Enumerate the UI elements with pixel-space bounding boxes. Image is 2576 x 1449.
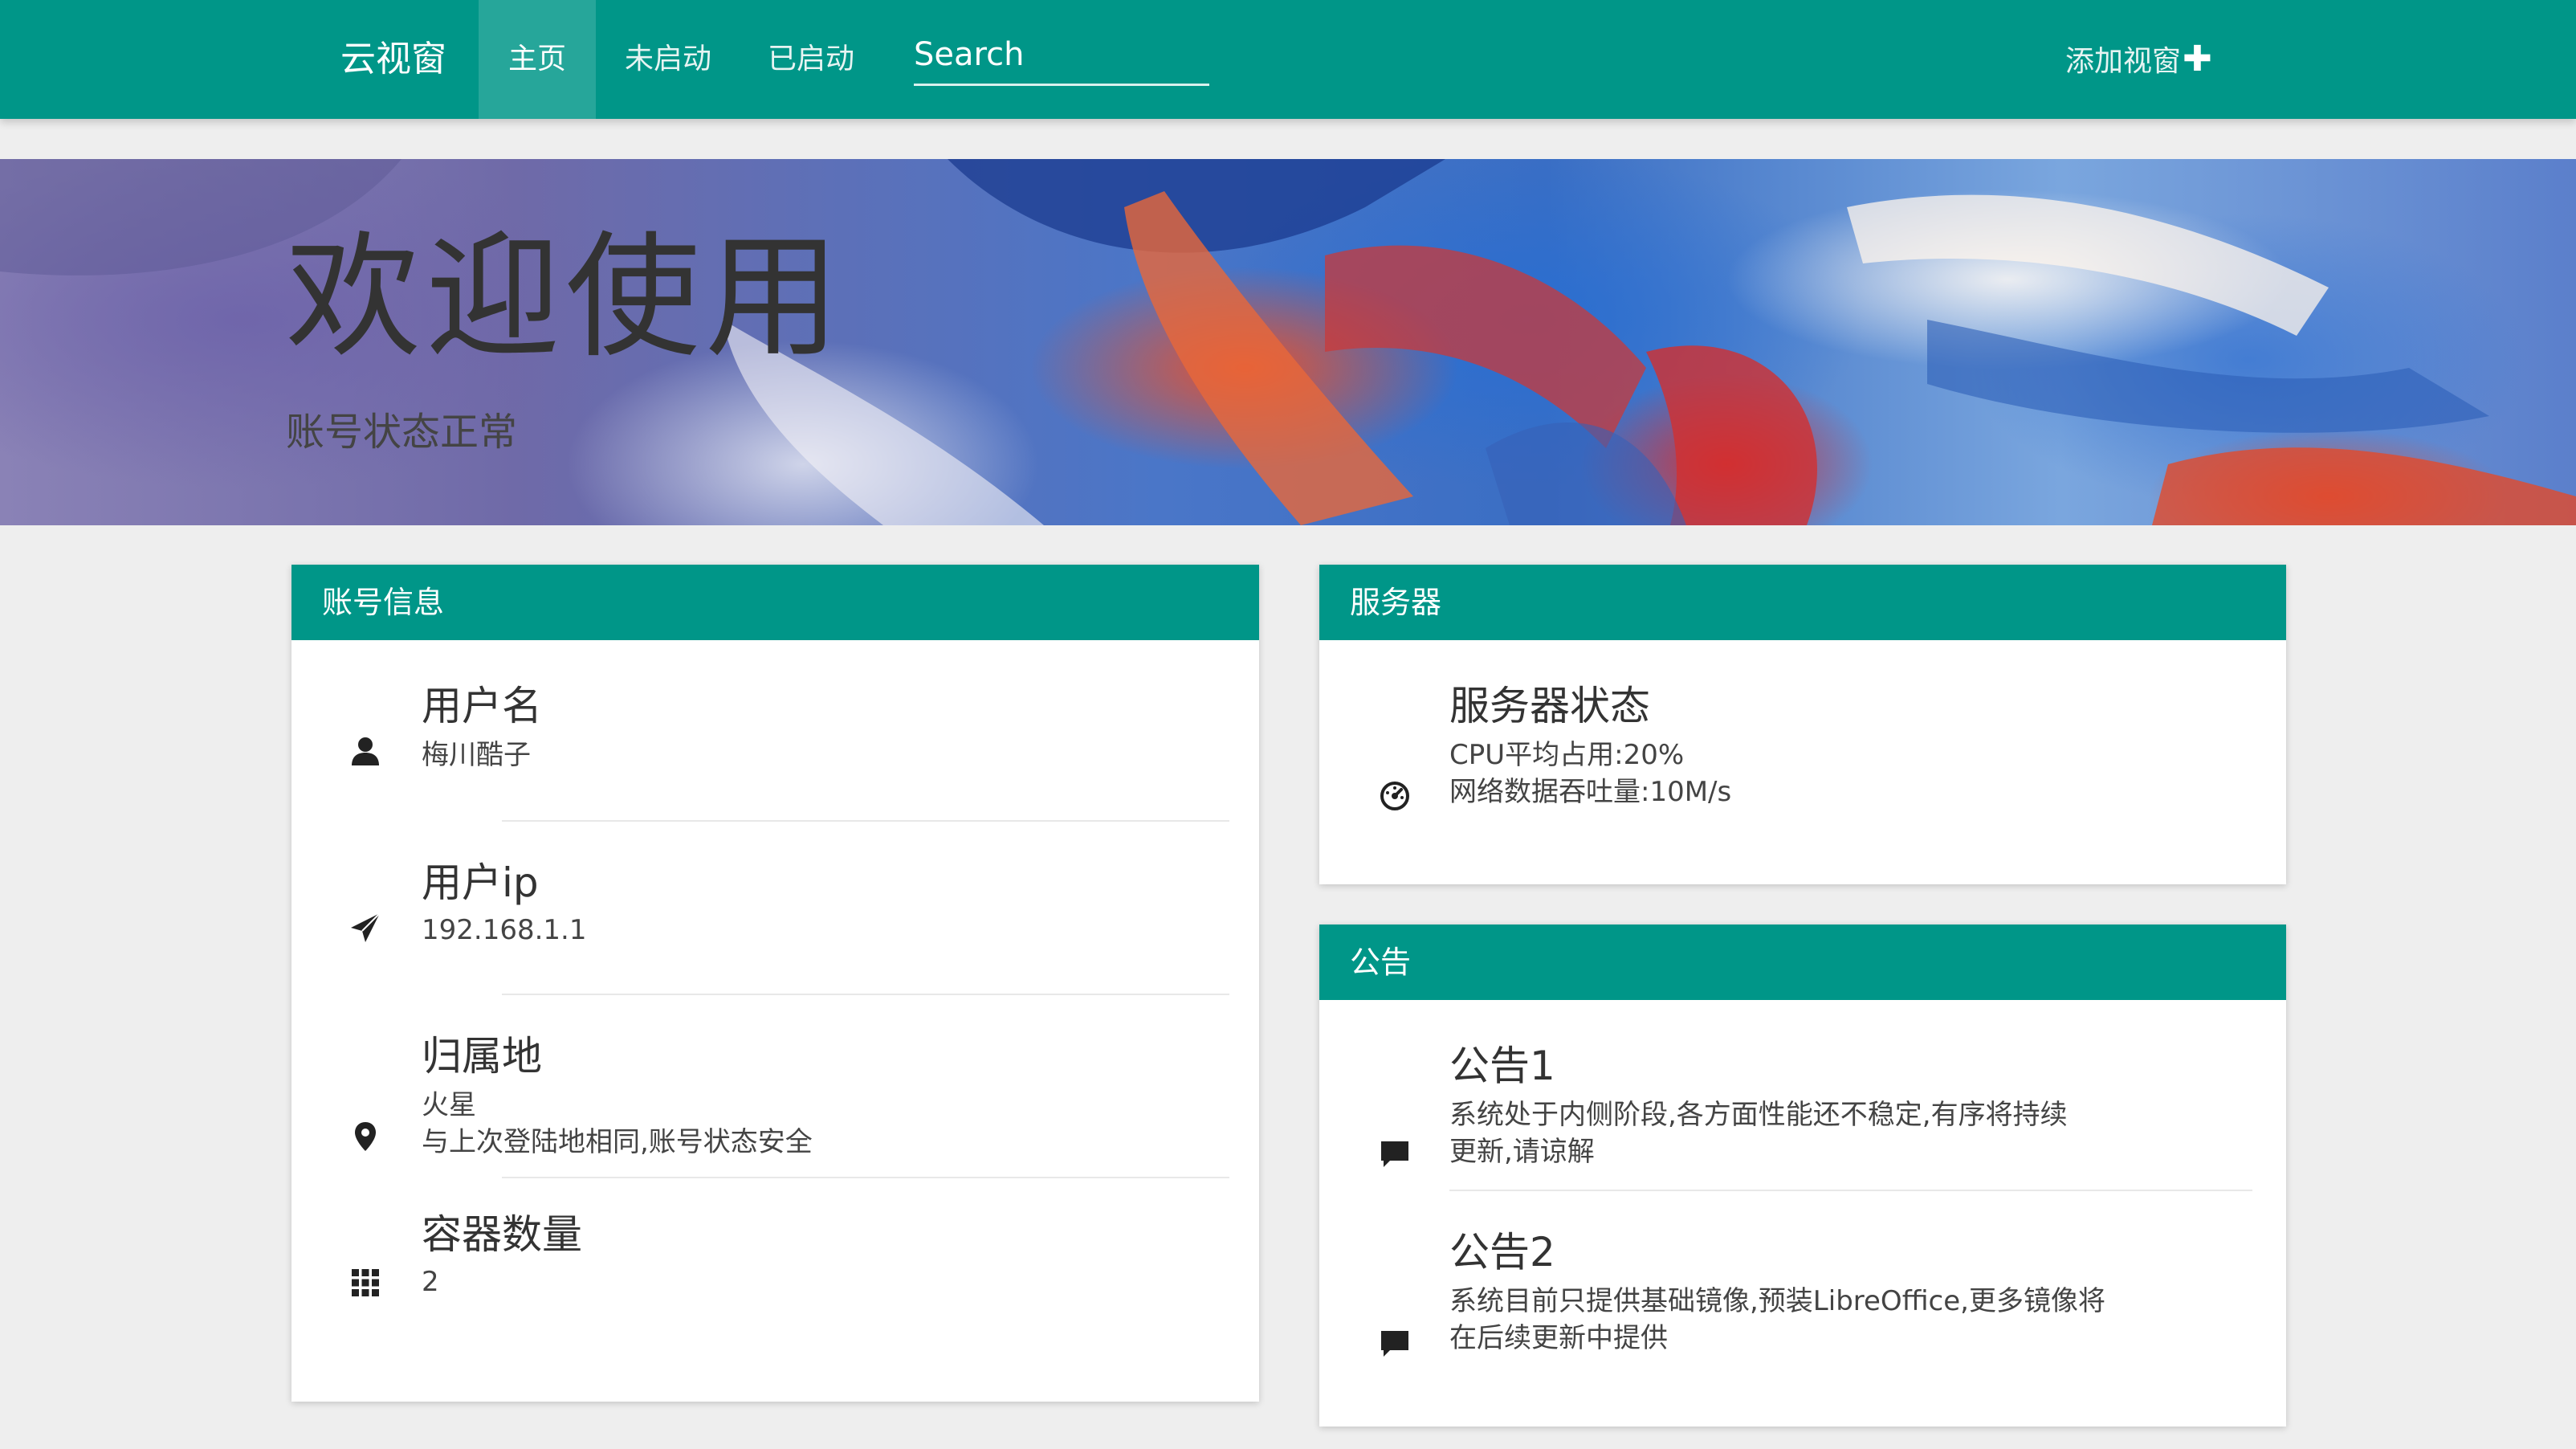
search-box [914,29,1209,86]
comment-icon [1381,1331,1408,1357]
server-header: 服务器 [1319,565,2286,640]
list-item-user-ip: 用户ip 192.168.1.1 [291,822,1259,992]
grid-icon [352,1269,379,1296]
nav-tab-home[interactable]: 主页 [479,0,596,119]
add-window-button[interactable]: 添加视窗✚ [2065,0,2212,119]
item-value: 192.168.1.1 [422,914,587,946]
item-detail: 与上次登陆地相同,账号状态安全 [422,1126,813,1158]
welcome-banner: 欢迎使用 账号状态正常 [0,159,2576,525]
server-card: 服务器 服务器状态 CPU平均占用:20% 网络数据吞吐量:10M/s [1319,565,2286,884]
list-item-location: 归属地 火星 与上次登陆地相同,账号状态安全 [291,995,1259,1180]
item-title: 容器数量 [422,1211,582,1258]
dashboard-icon [1380,782,1409,810]
nav-tab-started[interactable]: 已启动 [755,0,867,119]
list-item-server-status: 服务器状态 CPU平均占用:20% 网络数据吞吐量:10M/s [1319,640,2286,881]
item-title: 用户ip [422,859,539,906]
item-title: 归属地 [422,1033,542,1080]
top-navbar: 云视窗 主页 未启动 已启动 添加视窗✚ [0,0,2576,119]
announcement-card: 公告 公告1 系统处于内侧阶段,各方面性能还不稳定,有序将持续 更新,请谅解 公… [1319,925,2286,1427]
list-item-announcement-2: 公告2 系统目前只提供基础镜像,预装LibreOffice,更多镜像将 在后续更… [1319,1191,2286,1400]
item-value: 2 [422,1266,439,1298]
list-item-announcement-1: 公告1 系统处于内侧阶段,各方面性能还不稳定,有序将持续 更新,请谅解 [1319,1000,2286,1185]
account-info-header: 账号信息 [291,565,1259,640]
item-title: 公告1 [1449,1043,1555,1089]
search-input[interactable] [914,29,1209,80]
add-window-label: 添加视窗 [2065,45,2182,78]
nav-tab-not-started[interactable]: 未启动 [612,0,724,119]
brand-logo[interactable]: 云视窗 [340,0,446,119]
item-title: 服务器状态 [1449,683,1650,729]
list-item-container-count: 容器数量 2 [291,1178,1259,1339]
announcement-text: 在后续更新中提供 [1449,1322,1668,1354]
user-icon [352,737,379,765]
item-value: 火星 [422,1089,476,1121]
send-icon [351,912,381,942]
plus-icon: ✚ [2183,39,2212,80]
comment-icon [1381,1141,1408,1167]
item-title: 用户名 [422,683,542,729]
list-item-username: 用户名 梅川酷子 [291,640,1259,812]
location-pin-icon [355,1122,376,1151]
announcement-text: 系统目前只提供基础镜像,预装LibreOffice,更多镜像将 [1449,1285,2105,1317]
announcement-text: 系统处于内侧阶段,各方面性能还不稳定,有序将持续 [1449,1099,2068,1131]
account-status-subtitle: 账号状态正常 [286,410,518,455]
item-title: 公告2 [1449,1229,1555,1276]
welcome-title: 欢迎使用 [286,218,845,376]
announcement-text: 更新,请谅解 [1449,1136,1595,1168]
announcement-header: 公告 [1319,925,2286,1000]
item-value: 梅川酷子 [422,739,531,771]
network-throughput-text: 网络数据吞吐量:10M/s [1449,776,1732,808]
cpu-usage-text: CPU平均占用:20% [1449,739,1685,771]
account-info-card: 账号信息 用户名 梅川酷子 用户ip 192.168.1.1 归属地 火星 与上… [291,565,1259,1402]
